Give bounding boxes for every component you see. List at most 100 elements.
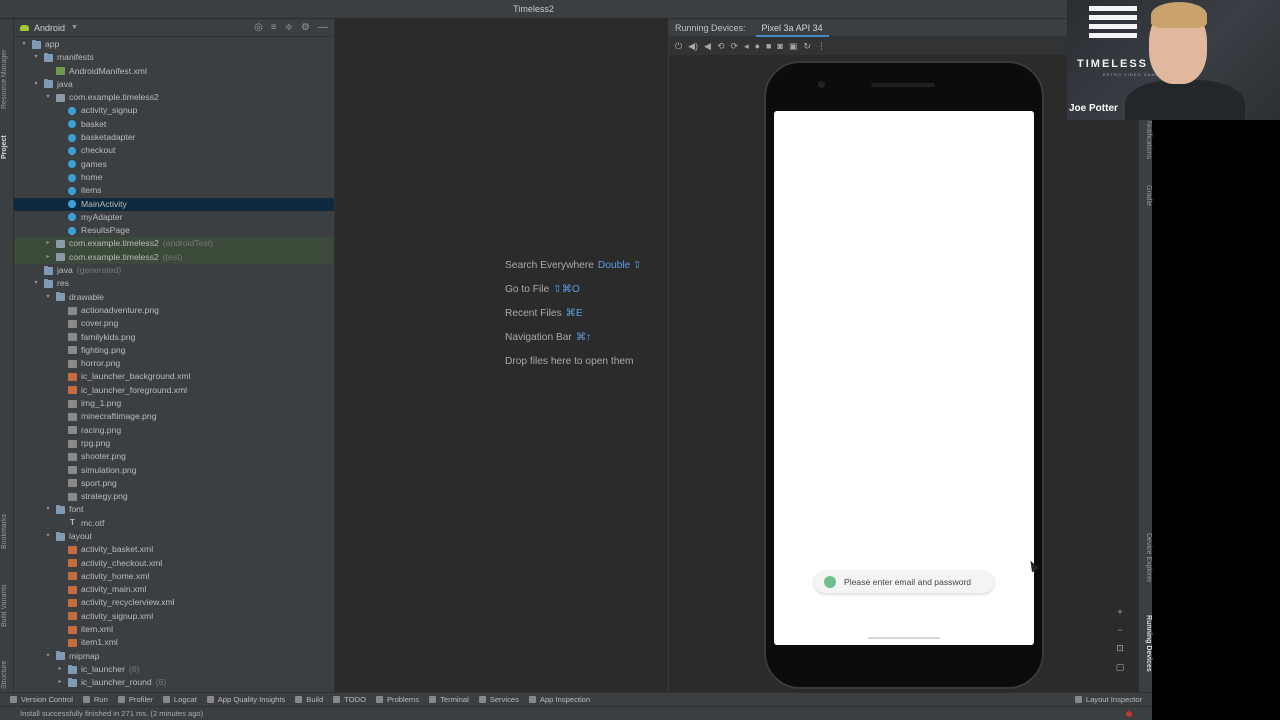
tree-row[interactable]: ▾ mipmap: [14, 650, 334, 663]
tree-row[interactable]: ▾ layout: [14, 530, 334, 543]
chevron-right-icon[interactable]: ▸: [44, 237, 52, 250]
tree-row[interactable]: simulation.png: [14, 464, 334, 477]
tree-row[interactable]: activity_signup: [14, 104, 334, 117]
chevron-right-icon[interactable]: ▸: [56, 663, 64, 676]
zoom-actual-icon[interactable]: ⊡: [1113, 643, 1127, 654]
tree-row[interactable]: ▾ app: [14, 38, 334, 51]
expand-all-icon[interactable]: ≡: [271, 22, 277, 33]
chevron-down-icon[interactable]: ▾: [32, 51, 40, 64]
tree-row[interactable]: fighting.png: [14, 344, 334, 357]
tree-row[interactable]: sport.png: [14, 477, 334, 490]
tree-row[interactable]: activity_basket.xml: [14, 543, 334, 556]
tool-version-control[interactable]: Version Control: [10, 695, 73, 704]
tool-app-quality-insights[interactable]: App Quality Insights: [206, 695, 285, 704]
rotate-left-icon[interactable]: ⟲: [717, 41, 725, 52]
tree-row[interactable]: ▸ ic_launcher_round (6): [14, 676, 334, 689]
tree-row[interactable]: items: [14, 184, 334, 197]
tool-run[interactable]: Run: [82, 695, 108, 704]
volume-up-icon[interactable]: ◀): [688, 41, 698, 52]
tree-row[interactable]: ▾ manifests: [14, 51, 334, 64]
tool-tab-device-explorer[interactable]: Device Explorer: [1140, 533, 1152, 603]
tree-row[interactable]: ▸ ic_launcher (6): [14, 663, 334, 676]
tree-row[interactable]: item.xml: [14, 623, 334, 636]
zoom-out-icon[interactable]: −: [1113, 625, 1127, 635]
tool-tab-build-variants[interactable]: Build Variants: [1, 565, 13, 627]
more-icon[interactable]: ⋮: [817, 41, 826, 52]
tree-row[interactable]: ▾ res: [14, 277, 334, 290]
tool-profiler[interactable]: Profiler: [117, 695, 153, 704]
tree-row[interactable]: img_1.png: [14, 397, 334, 410]
chevron-down-icon[interactable]: ▾: [44, 291, 52, 304]
tree-row[interactable]: activity_checkout.xml: [14, 557, 334, 570]
tool-tab-gradle[interactable]: Gradle: [1140, 185, 1152, 221]
chevron-down-icon[interactable]: ▾: [32, 78, 40, 91]
tool-layout-inspector[interactable]: Layout Inspector: [1074, 695, 1142, 704]
tab-pixel-3a[interactable]: Pixel 3a API 34: [755, 19, 829, 37]
tree-row[interactable]: rpg.png: [14, 437, 334, 450]
home-icon[interactable]: ●: [755, 41, 760, 51]
power-icon[interactable]: ⏻: [675, 41, 682, 52]
tree-row[interactable]: ▾ java: [14, 78, 334, 91]
tree-row[interactable]: actionadventure.png: [14, 304, 334, 317]
tree-row[interactable]: activity_main.xml: [14, 583, 334, 596]
tree-row[interactable]: myAdapter: [14, 211, 334, 224]
view-selector[interactable]: Android: [34, 23, 65, 33]
tree-row[interactable]: ResultsPage: [14, 224, 334, 237]
collapse-all-icon[interactable]: ≑: [285, 22, 293, 33]
tree-row[interactable]: horror.png: [14, 357, 334, 370]
tool-logcat[interactable]: Logcat: [162, 695, 197, 704]
tree-row[interactable]: games: [14, 158, 334, 171]
chevron-down-icon[interactable]: ▾: [44, 650, 52, 663]
chevron-down-icon[interactable]: ▾: [44, 530, 52, 543]
tree-row[interactable]: java (generated): [14, 264, 334, 277]
overview-icon[interactable]: ■: [766, 41, 771, 51]
tree-row[interactable]: minecraftimage.png: [14, 410, 334, 423]
gear-icon[interactable]: ⚙: [301, 22, 310, 33]
tool-problems[interactable]: Problems: [375, 695, 419, 704]
locate-icon[interactable]: ◎: [254, 22, 263, 33]
tool-build[interactable]: Build: [295, 695, 323, 704]
tree-row[interactable]: ▾ font: [14, 503, 334, 516]
tree-row[interactable]: activity_recyclerview.xml: [14, 596, 334, 609]
back-icon[interactable]: ◂: [744, 41, 749, 52]
tree-row[interactable]: AndroidManifest.xml: [14, 65, 334, 78]
device-screen[interactable]: Please enter email and password: [774, 111, 1040, 645]
tree-row[interactable]: home: [14, 171, 334, 184]
chevron-down-icon[interactable]: ▾: [44, 91, 52, 104]
tool-terminal[interactable]: Terminal: [429, 695, 469, 704]
chevron-down-icon[interactable]: ▾: [32, 277, 40, 290]
tool-todo[interactable]: TODO: [333, 695, 366, 704]
gesture-navigation-bar[interactable]: [868, 637, 940, 639]
tree-row[interactable]: item1.xml: [14, 636, 334, 649]
tool-tab-bookmarks[interactable]: Bookmarks: [1, 497, 13, 549]
hide-icon[interactable]: —: [318, 22, 328, 33]
tree-row[interactable]: ▾ com.example.timeless2: [14, 91, 334, 104]
chevron-down-icon[interactable]: ▾: [20, 38, 28, 51]
tool-tab-resource-manager[interactable]: Resource Manager: [1, 29, 13, 109]
tree-row[interactable]: MainActivity: [14, 197, 334, 211]
screenshot-icon[interactable]: ◙: [777, 41, 782, 51]
tree-row[interactable]: basketadapter: [14, 131, 334, 144]
tree-row[interactable]: ▸ com.example.timeless2 (test): [14, 250, 334, 265]
chevron-down-icon[interactable]: ▼: [71, 24, 78, 31]
record-icon[interactable]: ▣: [789, 41, 798, 52]
tree-row[interactable]: ▾ drawable: [14, 291, 334, 304]
chevron-right-icon[interactable]: ▸: [44, 251, 52, 264]
tool-app-inspection[interactable]: App Inspection: [528, 695, 590, 704]
tree-row[interactable]: ▸ com.example.timeless2 (androidTest): [14, 237, 334, 251]
zoom-in-icon[interactable]: +: [1113, 607, 1127, 617]
tree-row[interactable]: familykids.png: [14, 331, 334, 344]
tool-tab-structure[interactable]: Structure: [1, 639, 13, 689]
tree-row[interactable]: basket: [14, 118, 334, 131]
tree-row[interactable]: ic_launcher_background.xml: [14, 370, 334, 383]
tree-row[interactable]: ic_launcher_foreground.xml: [14, 384, 334, 397]
tree-row[interactable]: checkout: [14, 144, 334, 157]
tool-services[interactable]: Services: [478, 695, 519, 704]
tool-tab-notifications[interactable]: Notifications: [1140, 121, 1152, 181]
tree-row[interactable]: activity_home.xml: [14, 570, 334, 583]
tool-tab-running-devices[interactable]: Running Devices: [1140, 615, 1152, 685]
tree-row[interactable]: cover.png: [14, 317, 334, 330]
rotate-right-icon[interactable]: ⟳: [731, 41, 739, 52]
snapshot-icon[interactable]: ↻: [803, 41, 811, 52]
error-indicator-icon[interactable]: [1126, 711, 1132, 717]
